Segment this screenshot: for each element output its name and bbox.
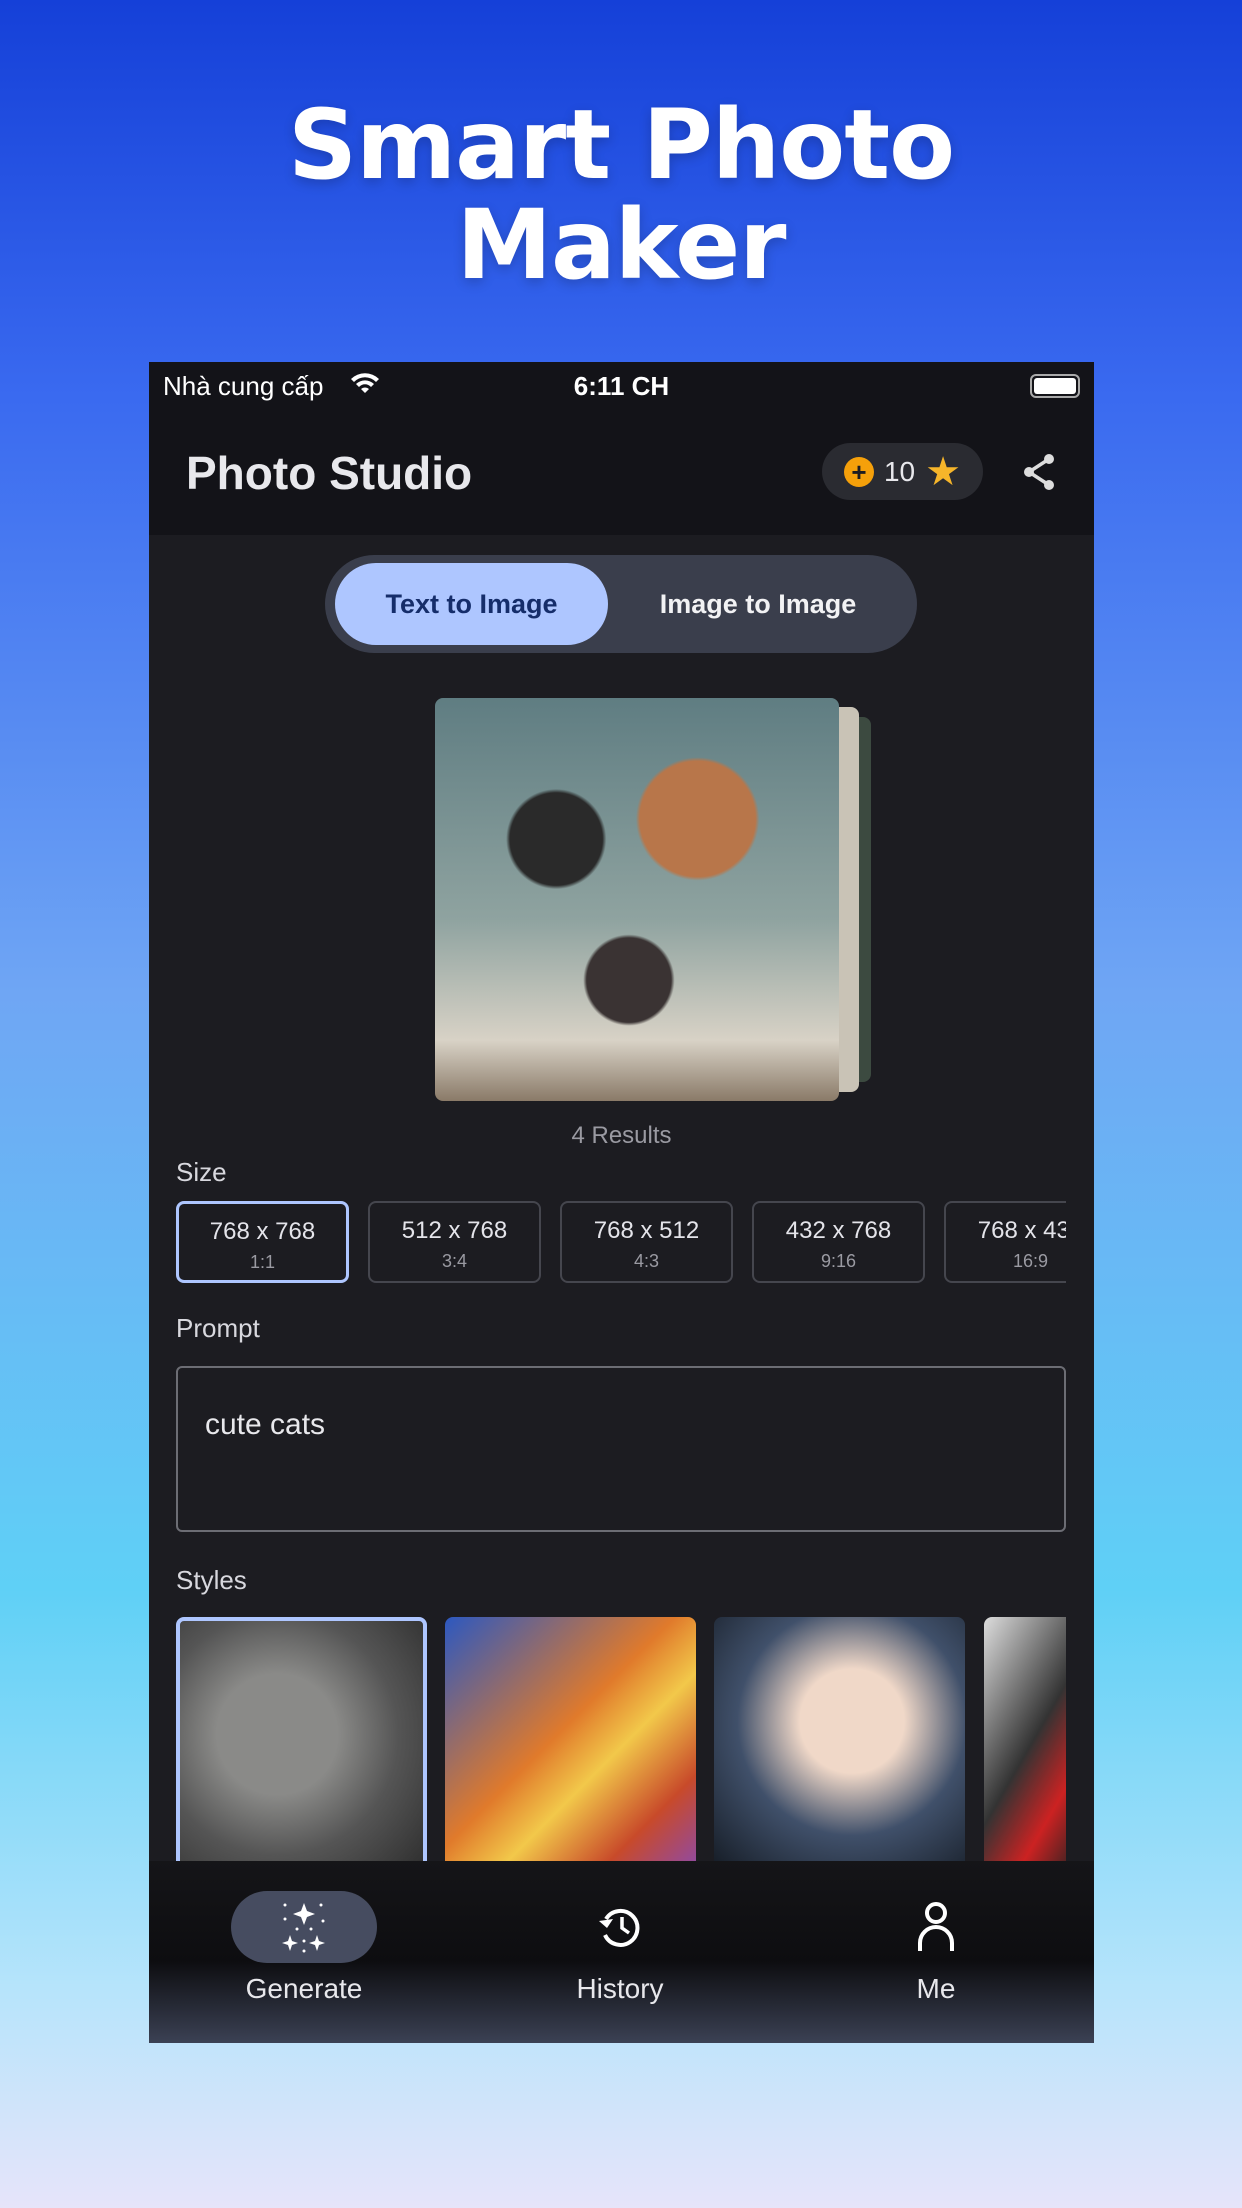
size-option-4-3[interactable]: 768 x 512 4:3: [560, 1201, 733, 1283]
size-dims: 768 x 768: [209, 1218, 316, 1245]
size-ratio: 9:16: [820, 1251, 857, 1271]
headline-line-1: Smart Photo: [287, 89, 955, 201]
app-header: Photo Studio + 10 ★: [149, 412, 1094, 535]
styles-label: Styles: [176, 1565, 247, 1595]
prompt-input[interactable]: cute cats: [176, 1366, 1066, 1532]
size-ratio: 16:9: [1012, 1251, 1049, 1271]
sparkles-icon: [231, 1891, 377, 1963]
headline-line-2: Maker: [456, 189, 786, 301]
nav-history[interactable]: History: [520, 1891, 720, 2005]
page-title: Photo Studio: [186, 447, 473, 499]
style-thumb-cat[interactable]: [176, 1617, 427, 1867]
battery-icon: [1030, 374, 1080, 398]
size-dims: 432 x 768: [785, 1217, 892, 1244]
style-thumb-painting[interactable]: [445, 1617, 696, 1867]
status-bar: Nhà cung cấp 6:11 CH: [149, 362, 1094, 412]
star-icon: ★: [925, 449, 961, 494]
share-icon[interactable]: [1021, 452, 1057, 492]
size-dims: 768 x 432: [977, 1217, 1066, 1244]
size-dims: 768 x 512: [593, 1217, 700, 1244]
size-option-1-1[interactable]: 768 x 768 1:1: [176, 1201, 349, 1283]
person-icon: [863, 1891, 1009, 1963]
nav-label: Me: [916, 1973, 956, 2004]
size-ratio: 3:4: [441, 1251, 468, 1271]
tab-image-to-image[interactable]: Image to Image: [608, 563, 908, 645]
add-coin-icon: +: [843, 456, 874, 487]
phone-screen: Nhà cung cấp 6:11 CH Photo Studio + 10 ★…: [149, 362, 1094, 2043]
nav-label: Generate: [245, 1973, 363, 2004]
nav-me[interactable]: Me: [836, 1891, 1036, 2005]
tab-text-to-image[interactable]: Text to Image: [335, 563, 608, 645]
history-icon: [547, 1891, 693, 1963]
promo-headline: Smart Photo Maker: [0, 95, 1242, 295]
results-count: 4 Results: [571, 1122, 672, 1149]
result-image[interactable]: [435, 698, 839, 1101]
credits-button[interactable]: + 10 ★: [822, 443, 983, 500]
credits-count: 10: [883, 455, 916, 487]
styles-list: [176, 1617, 1066, 1867]
mode-switch: Text to Image Image to Image: [325, 555, 917, 653]
size-option-16-9[interactable]: 768 x 432 16:9: [944, 1201, 1066, 1283]
prompt-label: Prompt: [176, 1313, 260, 1343]
size-option-9-16[interactable]: 432 x 768 9:16: [752, 1201, 925, 1283]
size-options: 768 x 768 1:1 512 x 768 3:4 768 x 512 4:3 4…: [176, 1201, 1066, 1283]
size-ratio: 4:3: [633, 1251, 660, 1271]
clock: 6:11 CH: [573, 371, 670, 401]
style-thumb-abstract[interactable]: [984, 1617, 1066, 1867]
size-label: Size: [176, 1157, 227, 1187]
size-option-3-4[interactable]: 512 x 768 3:4: [368, 1201, 541, 1283]
bottom-nav: Generate History Me: [149, 1861, 1094, 2043]
nav-generate[interactable]: Generate: [204, 1891, 404, 2005]
nav-label: History: [576, 1973, 664, 2004]
style-thumb-anime[interactable]: [714, 1617, 965, 1867]
size-dims: 512 x 768: [401, 1217, 508, 1244]
size-ratio: 1:1: [249, 1252, 276, 1272]
